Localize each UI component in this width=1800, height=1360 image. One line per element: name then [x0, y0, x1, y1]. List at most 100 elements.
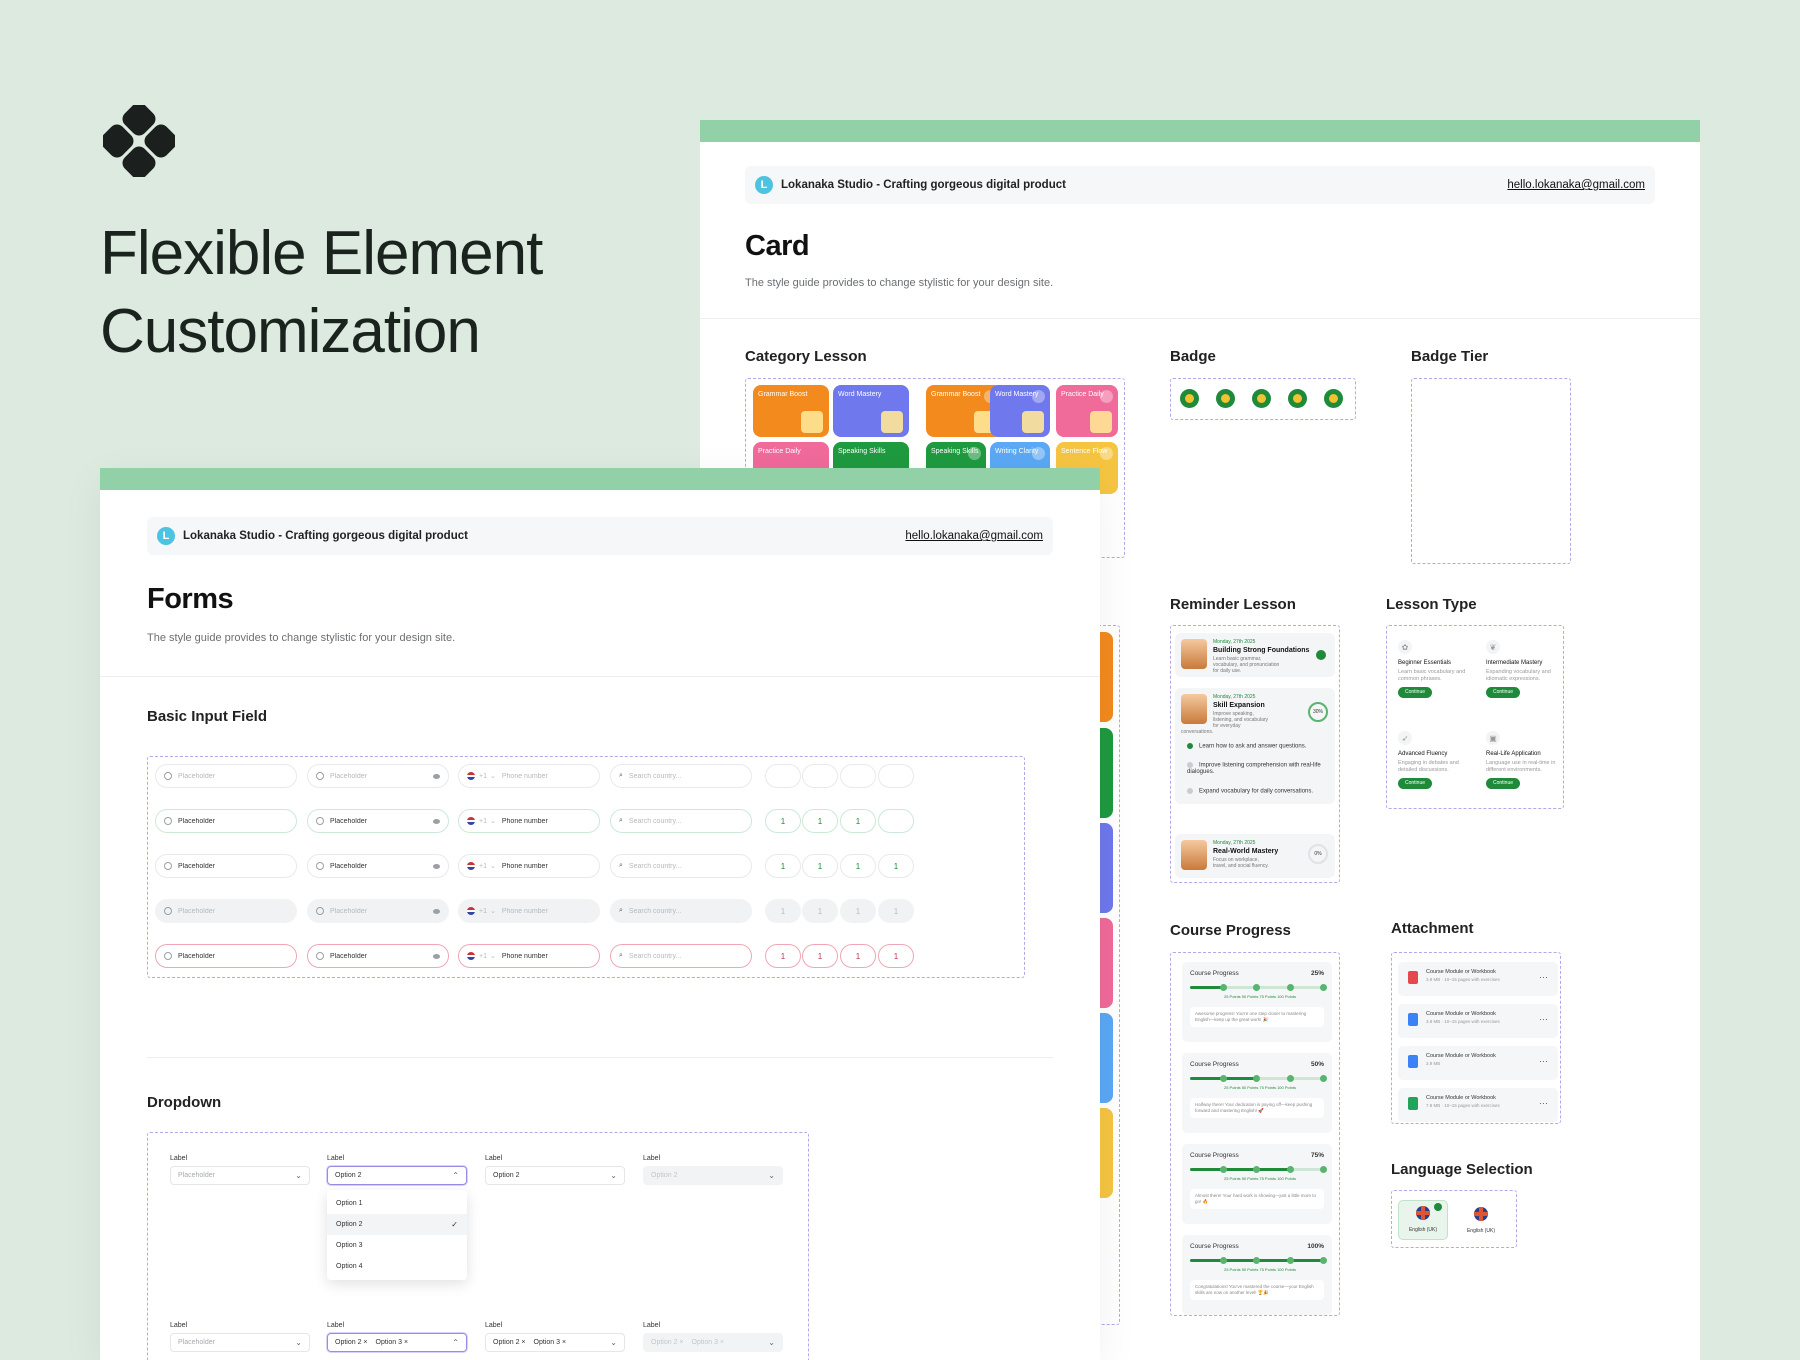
dropdown-select-open[interactable]: Option 2 ⌃: [327, 1166, 467, 1185]
more-options-icon[interactable]: ···: [1539, 972, 1548, 982]
phone-input[interactable]: +1 ⌄ Phone number: [458, 854, 600, 878]
otp-digit-input[interactable]: 1: [840, 944, 876, 968]
dropdown-value: Option 2: [493, 1172, 520, 1179]
reminder-card[interactable]: Monday, 27th 2025 Building Strong Founda…: [1175, 633, 1335, 677]
category-card[interactable]: Word Mastery: [833, 385, 909, 437]
badge-icon: [1216, 389, 1235, 408]
chevron-down-icon[interactable]: ⌄: [490, 817, 496, 825]
category-card[interactable]: Practice Daily: [1056, 385, 1118, 437]
menu-option-selected[interactable]: Option 2 ✓: [327, 1214, 467, 1235]
multi-select[interactable]: Placeholder ⌄: [170, 1333, 310, 1352]
continue-button[interactable]: Continue: [1398, 687, 1433, 698]
chip-remove-icon[interactable]: ×: [363, 1339, 367, 1346]
more-options-icon[interactable]: ···: [1539, 1014, 1548, 1024]
progress-message: Halfway there! Your dedication is paying…: [1190, 1098, 1324, 1118]
eye-icon[interactable]: [433, 908, 440, 914]
chevron-down-icon[interactable]: ⌄: [490, 862, 496, 870]
otp-digit-input[interactable]: 1: [840, 809, 876, 833]
book-icon: [801, 411, 823, 433]
more-options-icon[interactable]: ···: [1539, 1056, 1548, 1066]
continue-button[interactable]: Continue: [1486, 687, 1521, 698]
chevron-down-icon[interactable]: ⌄: [490, 772, 496, 780]
menu-option[interactable]: Option 4: [327, 1256, 467, 1277]
multi-select-open[interactable]: Option 2 × Option 3 × ⌃: [327, 1333, 467, 1352]
search-input[interactable]: ⌕ Search country...: [610, 809, 752, 833]
phone-input[interactable]: +1 ⌄ Phone number: [458, 809, 600, 833]
otp-digit-input[interactable]: [802, 764, 838, 788]
otp-digit-input[interactable]: 1: [802, 809, 838, 833]
attachment-item[interactable]: Course Module or Workbook 3.9 MB ···: [1398, 1046, 1558, 1080]
attachment-item[interactable]: Course Module or Workbook 3.9 MB · 10–15 …: [1398, 962, 1558, 996]
text-input[interactable]: Placeholder: [155, 764, 297, 788]
otp-digit-input[interactable]: 1: [765, 809, 801, 833]
otp-digit-input[interactable]: 1: [765, 944, 801, 968]
search-input[interactable]: ⌕ Search country...: [610, 764, 752, 788]
otp-digit-input[interactable]: 1: [802, 944, 838, 968]
eye-icon[interactable]: [433, 818, 440, 824]
otp-digit-input[interactable]: [765, 764, 801, 788]
eye-icon[interactable]: [433, 953, 440, 959]
password-input[interactable]: Placeholder: [307, 944, 449, 968]
password-input[interactable]: Placeholder: [307, 809, 449, 833]
text-input[interactable]: Placeholder: [155, 809, 297, 833]
otp-digit-input[interactable]: 1: [878, 944, 914, 968]
badge-icon: [1324, 389, 1343, 408]
heart-icon[interactable]: [1100, 447, 1113, 460]
lesson-type-card: ✿ Beginner Essentials Learn basic vocabu…: [1398, 640, 1478, 698]
heart-icon[interactable]: [1032, 390, 1045, 403]
progress-percent: 25%: [1310, 970, 1324, 977]
lesson-type-card: ▣ Real-Life Application Language use in …: [1486, 731, 1566, 789]
continue-button[interactable]: Continue: [1398, 778, 1433, 789]
otp-digit-input[interactable]: [878, 764, 914, 788]
email-link[interactable]: hello.lokanaka@gmail.com: [1507, 179, 1645, 191]
chip-remove-icon[interactable]: ×: [521, 1339, 525, 1346]
otp-digit-input[interactable]: [878, 809, 914, 833]
dropdown-select[interactable]: Option 2 ⌄: [485, 1166, 625, 1185]
chevron-down-icon[interactable]: ⌄: [490, 952, 496, 960]
badge-icon: [1252, 389, 1271, 408]
category-card[interactable]: Grammar Boost: [753, 385, 829, 437]
milestone-label: 75 Points: [1259, 1085, 1277, 1090]
chip-remove-icon[interactable]: ×: [404, 1339, 408, 1346]
milestone-dot: [1320, 1075, 1327, 1082]
phone-input[interactable]: +1 ⌄ Phone number: [458, 944, 600, 968]
otp-digit-input[interactable]: 1: [765, 854, 801, 878]
eye-icon[interactable]: [433, 773, 440, 779]
chip-remove-icon[interactable]: ×: [562, 1339, 566, 1346]
menu-option[interactable]: Option 3: [327, 1235, 467, 1256]
otp-digit-input[interactable]: 1: [802, 854, 838, 878]
lock-icon: [316, 907, 324, 915]
multi-select[interactable]: Option 2 × Option 3 × ⌄: [485, 1333, 625, 1352]
text-input[interactable]: Placeholder: [155, 854, 297, 878]
category-card[interactable]: Word Mastery: [990, 385, 1050, 437]
milestone-label: 25 Points: [1224, 1176, 1241, 1181]
milestone-label: 100 Points: [1277, 1176, 1296, 1181]
language-option[interactable]: English (UK): [1456, 1200, 1506, 1240]
search-input[interactable]: ⌕ Search country...: [610, 854, 752, 878]
milestone-label: 50 Points: [1241, 1267, 1259, 1272]
more-options-icon[interactable]: ···: [1539, 1098, 1548, 1108]
phone-input[interactable]: +1 ⌄ Phone number: [458, 764, 600, 788]
password-input[interactable]: Placeholder: [307, 854, 449, 878]
attachment-item[interactable]: Course Module or Workbook 7.8 MB · 10–15 …: [1398, 1088, 1558, 1122]
eye-icon[interactable]: [433, 863, 440, 869]
email-link[interactable]: hello.lokanaka@gmail.com: [905, 530, 1043, 542]
heart-icon[interactable]: [968, 447, 981, 460]
heart-icon[interactable]: [1100, 390, 1113, 403]
password-input[interactable]: Placeholder: [307, 764, 449, 788]
otp-digit-input[interactable]: [840, 764, 876, 788]
course-progress-card: Course Progress 25% 25 Points 50 Points 75 P…: [1182, 962, 1332, 1042]
attachment-item[interactable]: Course Module or Workbook 3.9 MB · 10–15 …: [1398, 1004, 1558, 1038]
continue-button[interactable]: Continue: [1486, 778, 1521, 789]
search-input[interactable]: ⌕ Search country...: [610, 944, 752, 968]
menu-option[interactable]: Option 1: [327, 1193, 467, 1214]
chevron-down-icon: ⌄: [768, 1338, 775, 1347]
dropdown-select[interactable]: Placeholder ⌄: [170, 1166, 310, 1185]
heart-icon[interactable]: [1032, 447, 1045, 460]
otp-digit-input[interactable]: 1: [840, 854, 876, 878]
text-input[interactable]: Placeholder: [155, 944, 297, 968]
trophy-icon: [881, 411, 903, 433]
otp-digit-input[interactable]: 1: [878, 854, 914, 878]
chevron-down-icon[interactable]: ⌄: [490, 907, 496, 915]
progress-track: [1190, 1075, 1327, 1082]
